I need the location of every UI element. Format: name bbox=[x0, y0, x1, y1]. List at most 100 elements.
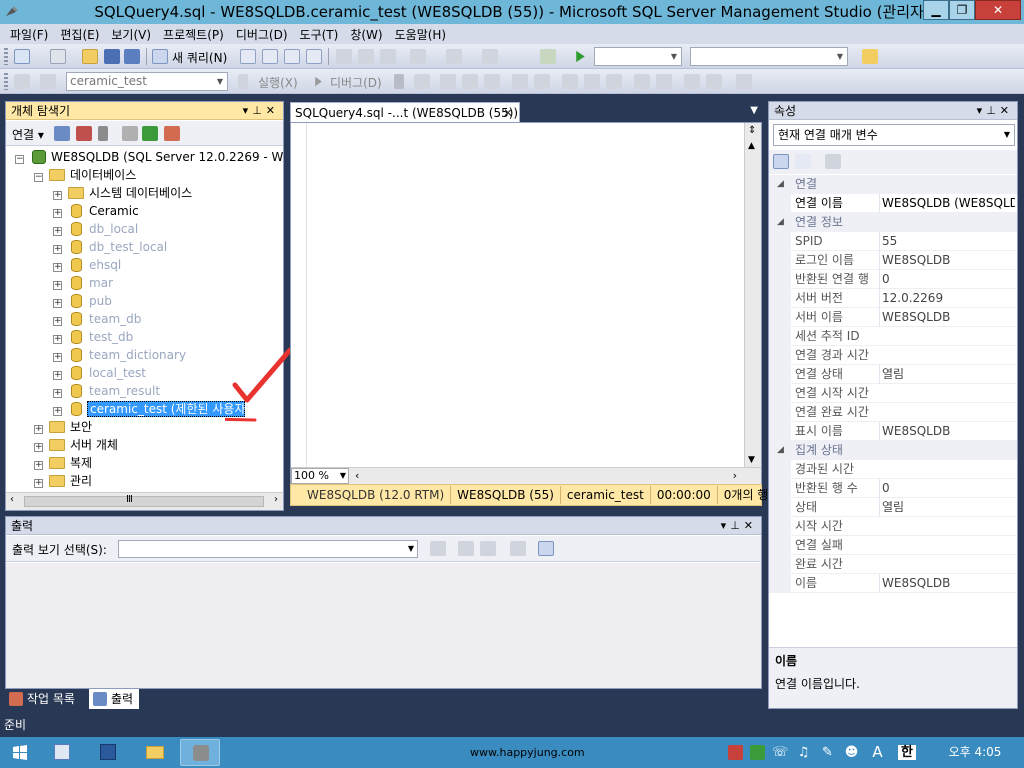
results-to-grid-icon[interactable] bbox=[584, 74, 600, 89]
menu-view[interactable]: 보기(V) bbox=[105, 26, 157, 43]
stop-icon[interactable] bbox=[98, 126, 108, 141]
expand-icon[interactable]: + bbox=[53, 407, 62, 416]
expand-icon[interactable]: + bbox=[53, 371, 62, 380]
intellisense-icon[interactable] bbox=[736, 74, 752, 89]
stop-icon[interactable] bbox=[394, 74, 404, 89]
tree-database-item[interactable]: db_local bbox=[89, 220, 138, 238]
report-icon[interactable] bbox=[540, 49, 556, 64]
chevron-down-icon[interactable]: ▼ bbox=[408, 541, 414, 557]
scroll-down-icon[interactable]: ▼ bbox=[748, 455, 755, 465]
execute-button[interactable]: 실행(X) bbox=[258, 74, 298, 91]
property-pages-icon[interactable] bbox=[825, 154, 841, 169]
output-text-area[interactable] bbox=[6, 563, 761, 688]
split-icon[interactable]: ⇕ bbox=[748, 125, 756, 136]
property-row[interactable]: 연결 시작 시간 bbox=[769, 384, 1017, 403]
category-connection[interactable]: ◢ 연결 bbox=[769, 175, 1017, 194]
tree-server-objects-node[interactable]: 서버 개체 bbox=[70, 436, 118, 454]
new-project-icon[interactable] bbox=[14, 49, 30, 64]
scroll-right-icon[interactable]: › bbox=[274, 494, 278, 505]
close-icon[interactable]: ✕ bbox=[266, 104, 279, 117]
add-item-icon[interactable] bbox=[50, 49, 66, 64]
filter-icon[interactable] bbox=[122, 126, 138, 141]
undo-icon[interactable] bbox=[410, 49, 426, 64]
menu-window[interactable]: 창(W) bbox=[344, 26, 388, 43]
xmla-query-icon[interactable] bbox=[306, 49, 322, 64]
expand-icon[interactable]: + bbox=[53, 227, 62, 236]
minimize-button[interactable]: ▁ bbox=[923, 0, 949, 20]
editor-hscrollbar[interactable]: 100 % ▼ ‹ › bbox=[291, 467, 761, 484]
volume-muted-icon[interactable]: ♫ bbox=[796, 745, 811, 760]
property-row[interactable]: 이름 WE8SQLDB bbox=[769, 574, 1017, 593]
redo-icon[interactable] bbox=[446, 49, 462, 64]
increase-indent-icon[interactable] bbox=[706, 74, 722, 89]
scroll-up-icon[interactable]: ▲ bbox=[748, 141, 755, 151]
new-query-button[interactable]: 새 쿼리(N) bbox=[172, 49, 227, 66]
selected-tree-item[interactable]: ceramic_test (제한된 사용자) bbox=[87, 401, 250, 417]
powershell-icon[interactable] bbox=[88, 739, 128, 766]
parse-icon[interactable] bbox=[414, 74, 430, 89]
close-icon[interactable]: ✕ bbox=[744, 519, 757, 532]
connect-object-icon[interactable] bbox=[54, 126, 70, 141]
editor-vscrollbar[interactable]: ⇕ ▲ ▼ bbox=[744, 123, 761, 467]
property-row[interactable]: 시작 시간 bbox=[769, 517, 1017, 536]
tree-database-item[interactable]: team_db bbox=[89, 310, 141, 328]
tab-close-icon[interactable]: ✕ bbox=[503, 103, 513, 123]
toolbar-grip[interactable] bbox=[4, 48, 8, 65]
language-indicator[interactable]: A bbox=[870, 745, 885, 760]
chevron-down-icon[interactable]: ▼ bbox=[1004, 125, 1010, 145]
file-explorer-icon[interactable] bbox=[134, 739, 174, 766]
comment-icon[interactable] bbox=[634, 74, 650, 89]
output-source-combo[interactable]: ▼ bbox=[118, 540, 418, 558]
debug-play-icon[interactable] bbox=[310, 74, 326, 89]
pin-icon[interactable]: ⊥ bbox=[730, 519, 744, 532]
property-row[interactable]: 완료 시간 bbox=[769, 555, 1017, 574]
zoom-combo[interactable]: 100 % ▼ bbox=[291, 468, 349, 484]
tree-database-item[interactable]: db_test_local bbox=[89, 238, 167, 256]
refresh-icon[interactable] bbox=[142, 126, 158, 141]
menu-file[interactable]: 파일(F) bbox=[4, 26, 54, 43]
dropdown-icon[interactable]: ▾ bbox=[243, 104, 253, 117]
property-row[interactable]: 로그인 이름 WE8SQLDB bbox=[769, 251, 1017, 270]
copy-icon[interactable] bbox=[358, 49, 374, 64]
object-explorer-hscrollbar[interactable]: ‹ Ⅲ › bbox=[6, 492, 283, 510]
database-engine-query-icon[interactable] bbox=[240, 49, 256, 64]
uncomment-icon[interactable] bbox=[656, 74, 672, 89]
results-to-file-icon[interactable] bbox=[606, 74, 622, 89]
start-debug-icon[interactable] bbox=[572, 49, 588, 64]
ssms-taskbar-icon[interactable] bbox=[180, 739, 220, 766]
user-tray-icon[interactable]: ☻ bbox=[844, 745, 859, 760]
client-statistics-icon[interactable] bbox=[534, 74, 550, 89]
property-row[interactable]: 연결 실패 bbox=[769, 536, 1017, 555]
previous-message-icon[interactable] bbox=[458, 541, 474, 556]
property-row[interactable]: 연결 경과 시간 bbox=[769, 346, 1017, 365]
properties-window-icon[interactable] bbox=[862, 49, 878, 64]
save-all-icon[interactable] bbox=[124, 49, 140, 64]
pin-icon[interactable]: ⊥ bbox=[252, 104, 266, 117]
category-aggregate[interactable]: ◢ 집계 상태 bbox=[769, 441, 1017, 460]
tree-databases-node[interactable]: 데이터베이스 bbox=[70, 166, 136, 184]
property-row[interactable]: 서버 이름 WE8SQLDB bbox=[769, 308, 1017, 327]
tray-app-icon[interactable] bbox=[750, 745, 765, 760]
tree-replication-node[interactable]: 복제 bbox=[70, 454, 92, 472]
tree-database-item[interactable]: team_dictionary bbox=[89, 346, 186, 364]
property-row[interactable]: 경과된 시간 bbox=[769, 460, 1017, 479]
tree-database-item[interactable]: local_test bbox=[89, 364, 146, 382]
change-connection-icon[interactable] bbox=[40, 74, 56, 89]
property-row[interactable]: 상태 열림 bbox=[769, 498, 1017, 517]
display-plan-icon[interactable] bbox=[440, 74, 456, 89]
category-connection-info[interactable]: ◢ 연결 정보 bbox=[769, 213, 1017, 232]
database-combo[interactable]: ceramic_test ▼ bbox=[66, 72, 228, 91]
tab-sqlquery4[interactable]: SQLQuery4.sql -...t (WE8SQLDB (55)) ✕ bbox=[290, 102, 520, 123]
scroll-right-icon[interactable]: › bbox=[733, 469, 737, 482]
menu-project[interactable]: 프로젝트(P) bbox=[157, 26, 230, 43]
tray-tool-icon[interactable]: ✎ bbox=[820, 745, 835, 760]
solution-config-combo[interactable]: ▼ bbox=[594, 47, 682, 66]
expand-icon[interactable]: + bbox=[53, 209, 62, 218]
expand-icon[interactable]: + bbox=[53, 389, 62, 398]
tree-database-item[interactable]: ehsql bbox=[89, 256, 121, 274]
property-row[interactable]: 연결 상태 열림 bbox=[769, 365, 1017, 384]
scroll-thumb[interactable] bbox=[24, 496, 264, 507]
pin-icon[interactable]: ⊥ bbox=[986, 104, 1000, 117]
expand-icon[interactable]: + bbox=[53, 191, 62, 200]
categorized-icon[interactable] bbox=[773, 154, 789, 169]
